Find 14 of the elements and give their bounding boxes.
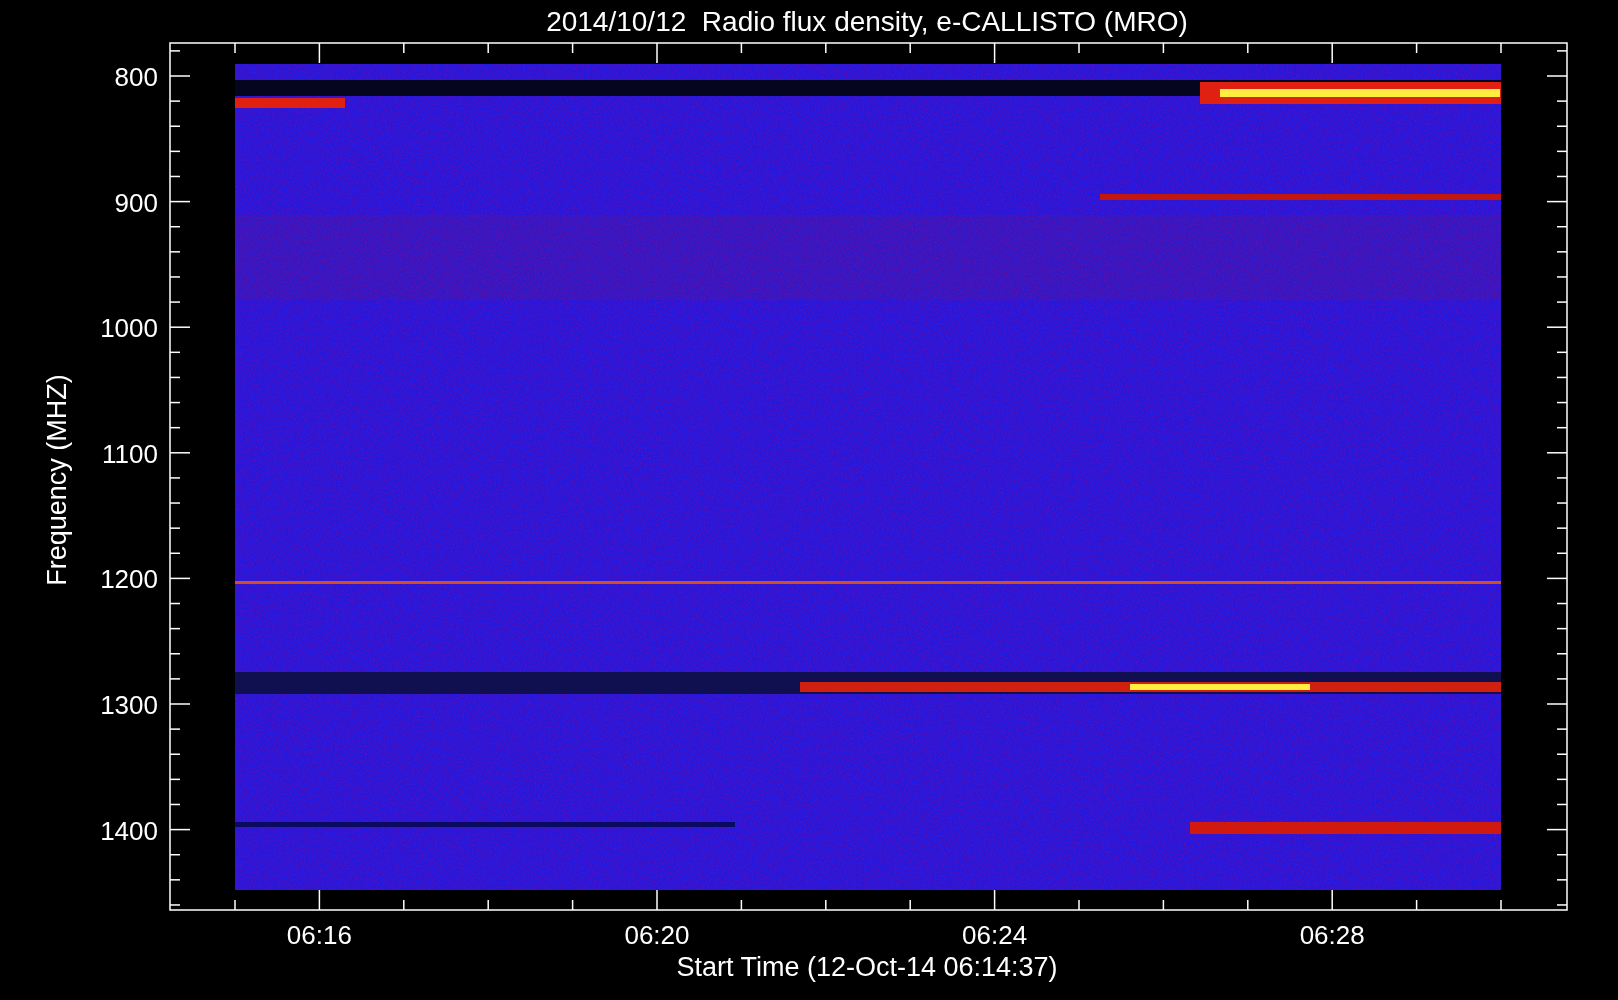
tick-label: 900 (114, 187, 158, 218)
tick-label: 1400 (100, 815, 158, 846)
tick-label: 06:28 (1299, 920, 1365, 950)
axis-label: Frequency (MHZ) (42, 374, 72, 586)
tick-label: 06:20 (624, 920, 690, 950)
tick-label: 06:16 (286, 920, 352, 950)
chart-title: 2014/10/12 Radio flux density, e-CALLISTO (MRO) (546, 6, 1188, 37)
tick-label: 800 (114, 62, 158, 92)
axis-label: Start Time (12-Oct-14 06:14:37) (676, 952, 1058, 982)
tick-label: 1100 (102, 438, 158, 469)
tick-label: 06:24 (962, 920, 1028, 950)
tick-label: 1300 (100, 690, 158, 720)
tick-label: 1200 (100, 564, 158, 595)
tick-label: 1000 (100, 313, 158, 344)
